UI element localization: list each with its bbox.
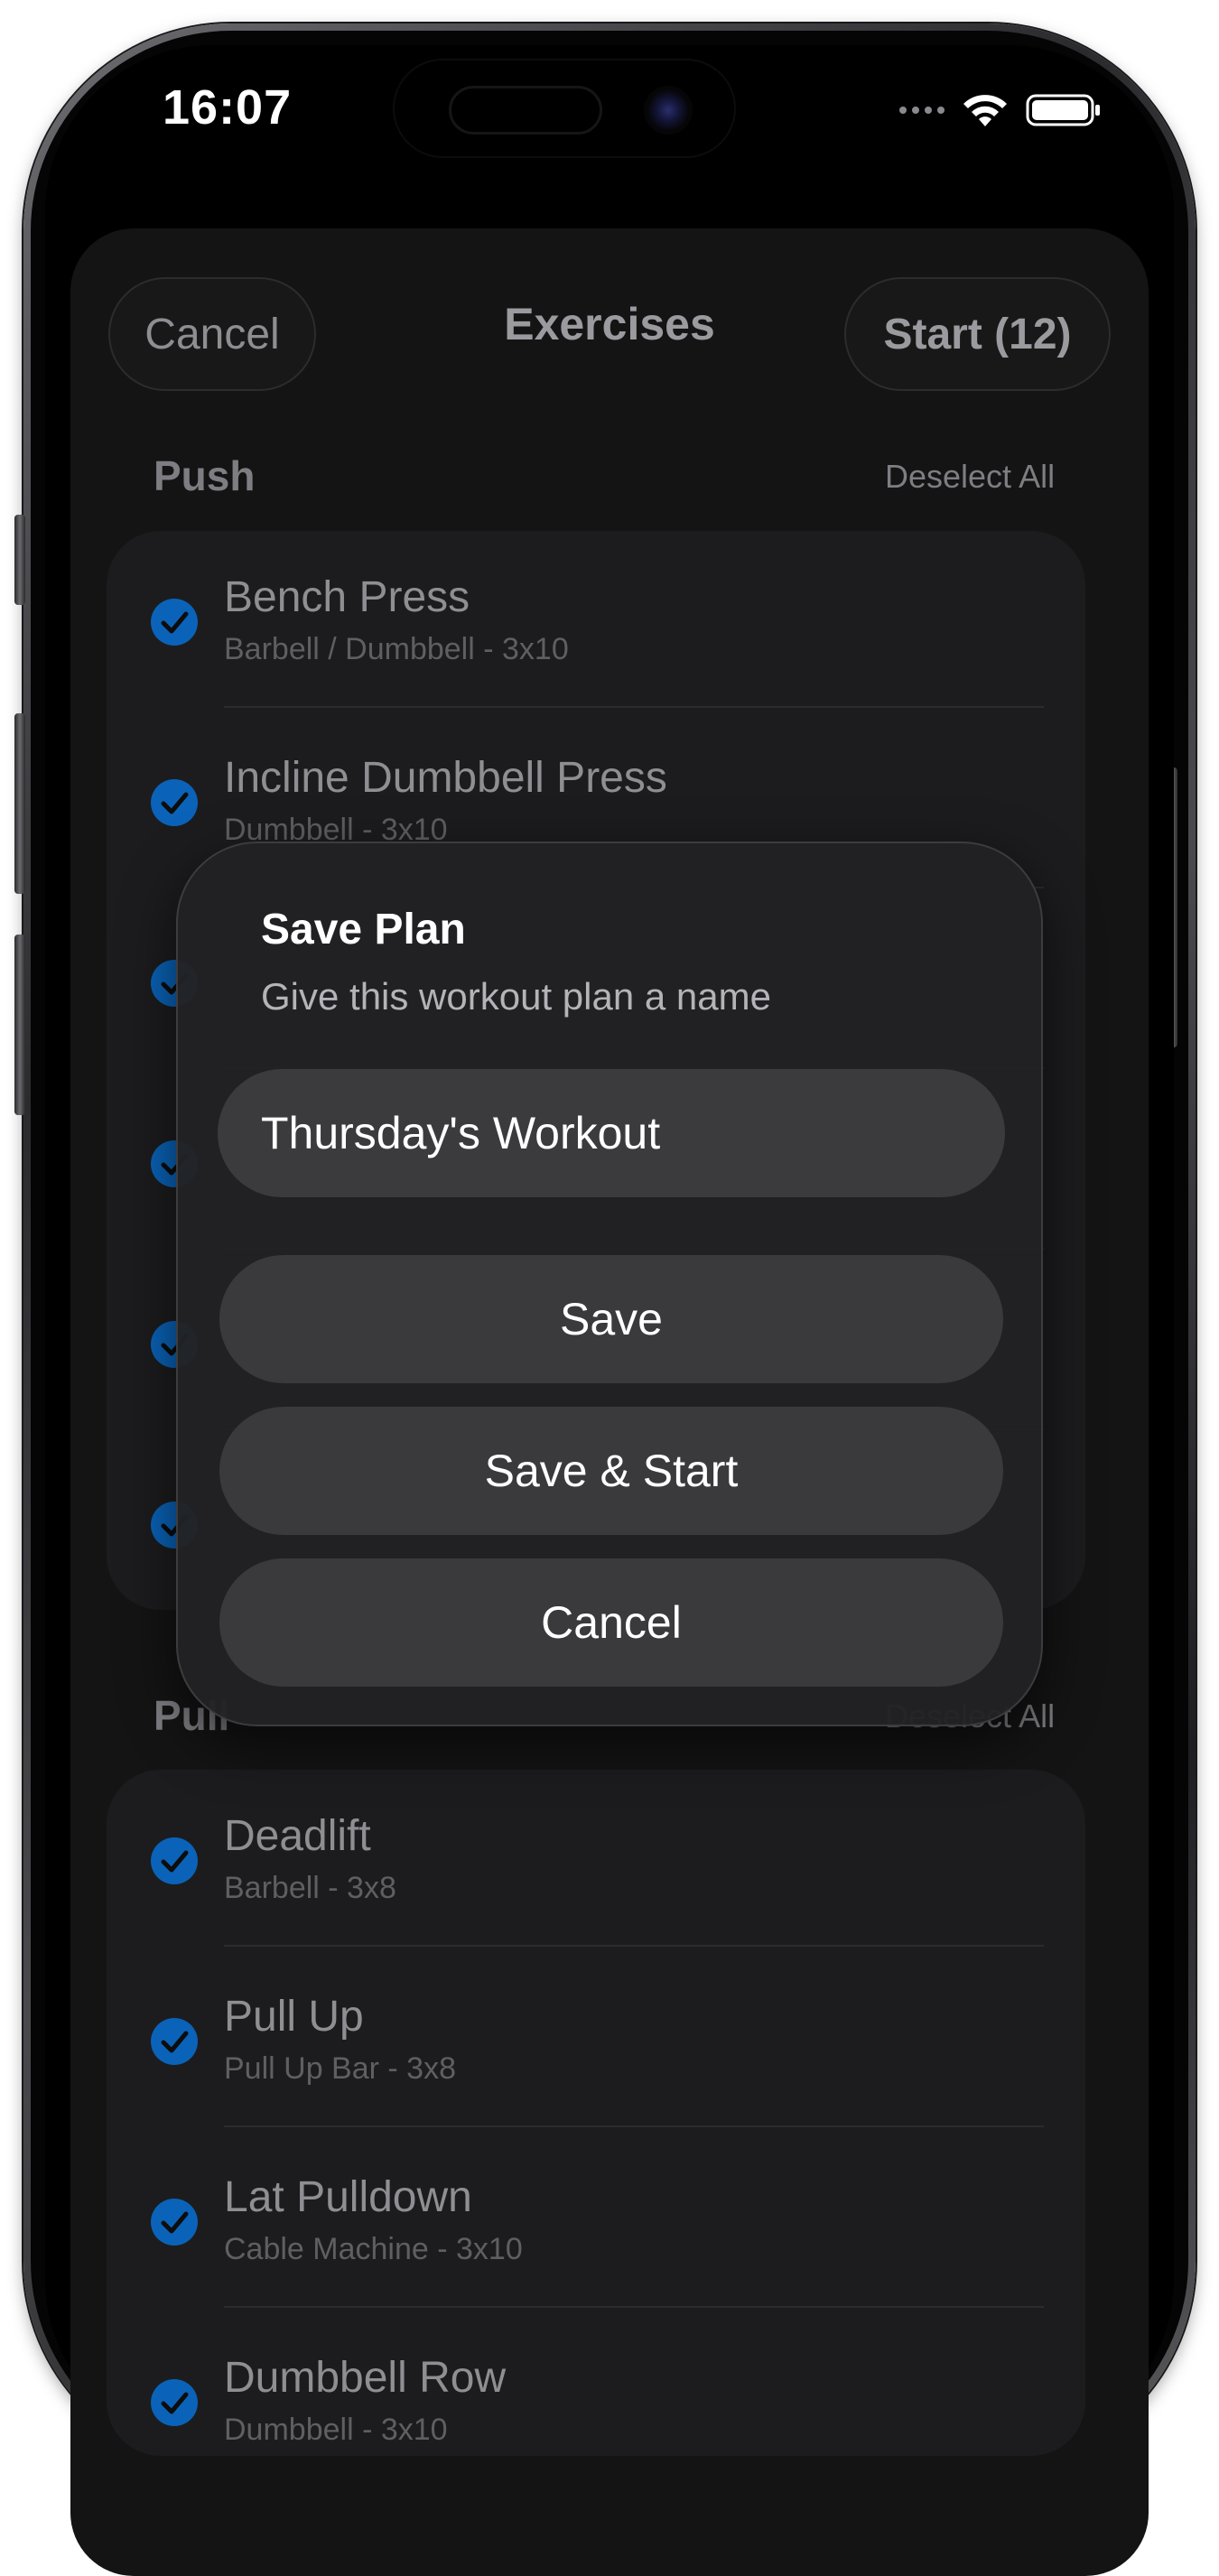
checkmark-circle-icon[interactable]: [150, 598, 199, 646]
row-divider: [224, 706, 1044, 708]
save-plan-dialog: Save Plan Give this workout plan a name …: [176, 842, 1043, 1726]
row-divider: [224, 1945, 1044, 1947]
battery-icon: [1026, 94, 1100, 126]
checkmark-circle-icon[interactable]: [150, 778, 199, 827]
cancel-button[interactable]: Cancel: [108, 277, 316, 391]
save-and-start-button[interactable]: Save & Start: [219, 1407, 1003, 1535]
list-item[interactable]: Deadlift Barbell - 3x8: [107, 1770, 1085, 1947]
dialog-title: Save Plan: [261, 906, 466, 953]
exercise-name: Deadlift: [224, 1812, 371, 1860]
row-divider: [224, 2306, 1044, 2308]
exercise-name: Lat Pulldown: [224, 2173, 472, 2221]
list-item[interactable]: Lat Pulldown Cable Machine - 3x10: [107, 2131, 1085, 2308]
dialog-cancel-button[interactable]: Cancel: [219, 1558, 1003, 1687]
pull-exercise-list: Deadlift Barbell - 3x8 Pull Up Pull Up B…: [107, 1770, 1085, 2456]
front-camera: [644, 86, 693, 135]
status-indicators: [899, 83, 1102, 137]
exercise-detail: Barbell - 3x8: [224, 1871, 396, 1905]
status-time: 16:07: [163, 80, 293, 135]
island-sensor: [449, 86, 602, 135]
checkmark-circle-icon[interactable]: [150, 2198, 199, 2246]
page-title: Exercises: [504, 299, 715, 349]
volume-up-button: [14, 713, 25, 894]
volume-down-button: [14, 935, 25, 1115]
plan-name-input[interactable]: [218, 1069, 1005, 1197]
exercise-name: Dumbbell Row: [224, 2354, 507, 2402]
exercise-detail: Dumbbell - 3x10: [224, 2413, 448, 2447]
checkmark-circle-icon[interactable]: [150, 1837, 199, 1885]
row-divider: [224, 2125, 1044, 2127]
wifi-icon: [963, 95, 1007, 126]
cellular-signal-icon: [899, 107, 944, 114]
checkmark-circle-icon[interactable]: [150, 2378, 199, 2427]
list-item[interactable]: Bench Press Barbell / Dumbbell - 3x10: [107, 531, 1085, 708]
list-item[interactable]: Pull Up Pull Up Bar - 3x8: [107, 1950, 1085, 2127]
exercise-name: Pull Up: [224, 1993, 364, 2041]
dynamic-island: [393, 59, 736, 158]
save-button[interactable]: Save: [219, 1255, 1003, 1383]
action-button: [14, 515, 25, 605]
exercise-detail: Pull Up Bar - 3x8: [224, 2051, 456, 2086]
start-button[interactable]: Start (12): [844, 277, 1111, 391]
checkmark-circle-icon[interactable]: [150, 2017, 199, 2066]
exercise-detail: Cable Machine - 3x10: [224, 2232, 523, 2266]
exercise-name: Incline Dumbbell Press: [224, 754, 667, 802]
deselect-all-push-button[interactable]: Deselect All: [885, 458, 1055, 496]
section-title-push: Push: [154, 452, 256, 499]
list-item[interactable]: Dumbbell Row Dumbbell - 3x10: [107, 2311, 1085, 2456]
exercise-detail: Barbell / Dumbbell - 3x10: [224, 632, 569, 666]
dialog-subtitle: Give this workout plan a name: [261, 975, 771, 1018]
exercise-name: Bench Press: [224, 573, 470, 621]
